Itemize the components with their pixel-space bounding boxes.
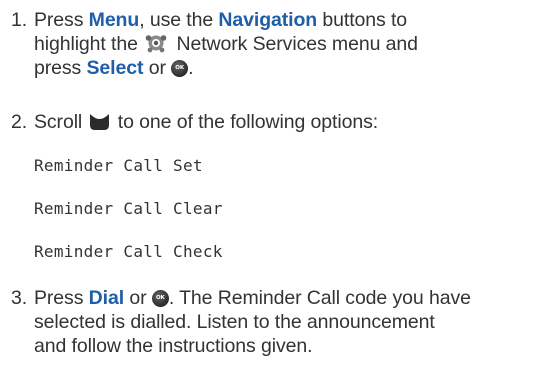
step-2: 2. Scroll to one of the following options…: [11, 110, 528, 134]
menu-keyword: Menu: [88, 9, 140, 31]
step-line: and follow the instructions given.: [34, 335, 313, 357]
step-text: Press: [34, 9, 89, 31]
step-line: selected is dialled. Listen to the annou…: [34, 311, 435, 333]
step-text: .: [188, 57, 194, 79]
ok-button-icon: OK: [151, 290, 169, 307]
step-line: highlight the Network Services menu and: [11, 32, 528, 56]
step-text: , use the: [139, 9, 219, 31]
step-text: press: [34, 57, 87, 79]
step-text: or: [143, 57, 172, 79]
select-keyword: Select: [86, 57, 144, 79]
step-text: Network Services menu and: [171, 33, 418, 55]
step-text: Press: [34, 287, 89, 309]
step-text: buttons to: [317, 9, 408, 31]
step-line: press Select or OK.: [11, 56, 528, 80]
navigation-keyword: Navigation: [218, 9, 318, 31]
dial-keyword: Dial: [88, 287, 125, 309]
step-text: . The Reminder Call code you have: [168, 287, 471, 309]
step-1: 1. Press Menu, use the Navigation buttons…: [11, 8, 528, 80]
step-text: to one of the following options:: [112, 111, 379, 133]
step-text: or: [124, 287, 152, 309]
step-3: 3. Press Dial or OK. The Reminder Call co…: [11, 286, 528, 358]
option-reminder-call-clear: Reminder Call Clear: [34, 199, 223, 218]
step-number: 3.: [11, 287, 28, 309]
option-reminder-call-check: Reminder Call Check: [34, 242, 223, 261]
ok-icon-label: OK: [175, 65, 185, 71]
option-reminder-call-set: Reminder Call Set: [34, 156, 203, 175]
step-text: highlight the: [34, 33, 144, 55]
scroll-icon: [89, 113, 110, 131]
step-text: Scroll: [34, 111, 88, 133]
network-services-icon: [145, 33, 167, 53]
step-number: 2.: [11, 111, 28, 133]
step-number: 1.: [11, 9, 28, 31]
ok-icon-label: OK: [155, 295, 165, 301]
ok-button-icon: OK: [171, 60, 189, 77]
